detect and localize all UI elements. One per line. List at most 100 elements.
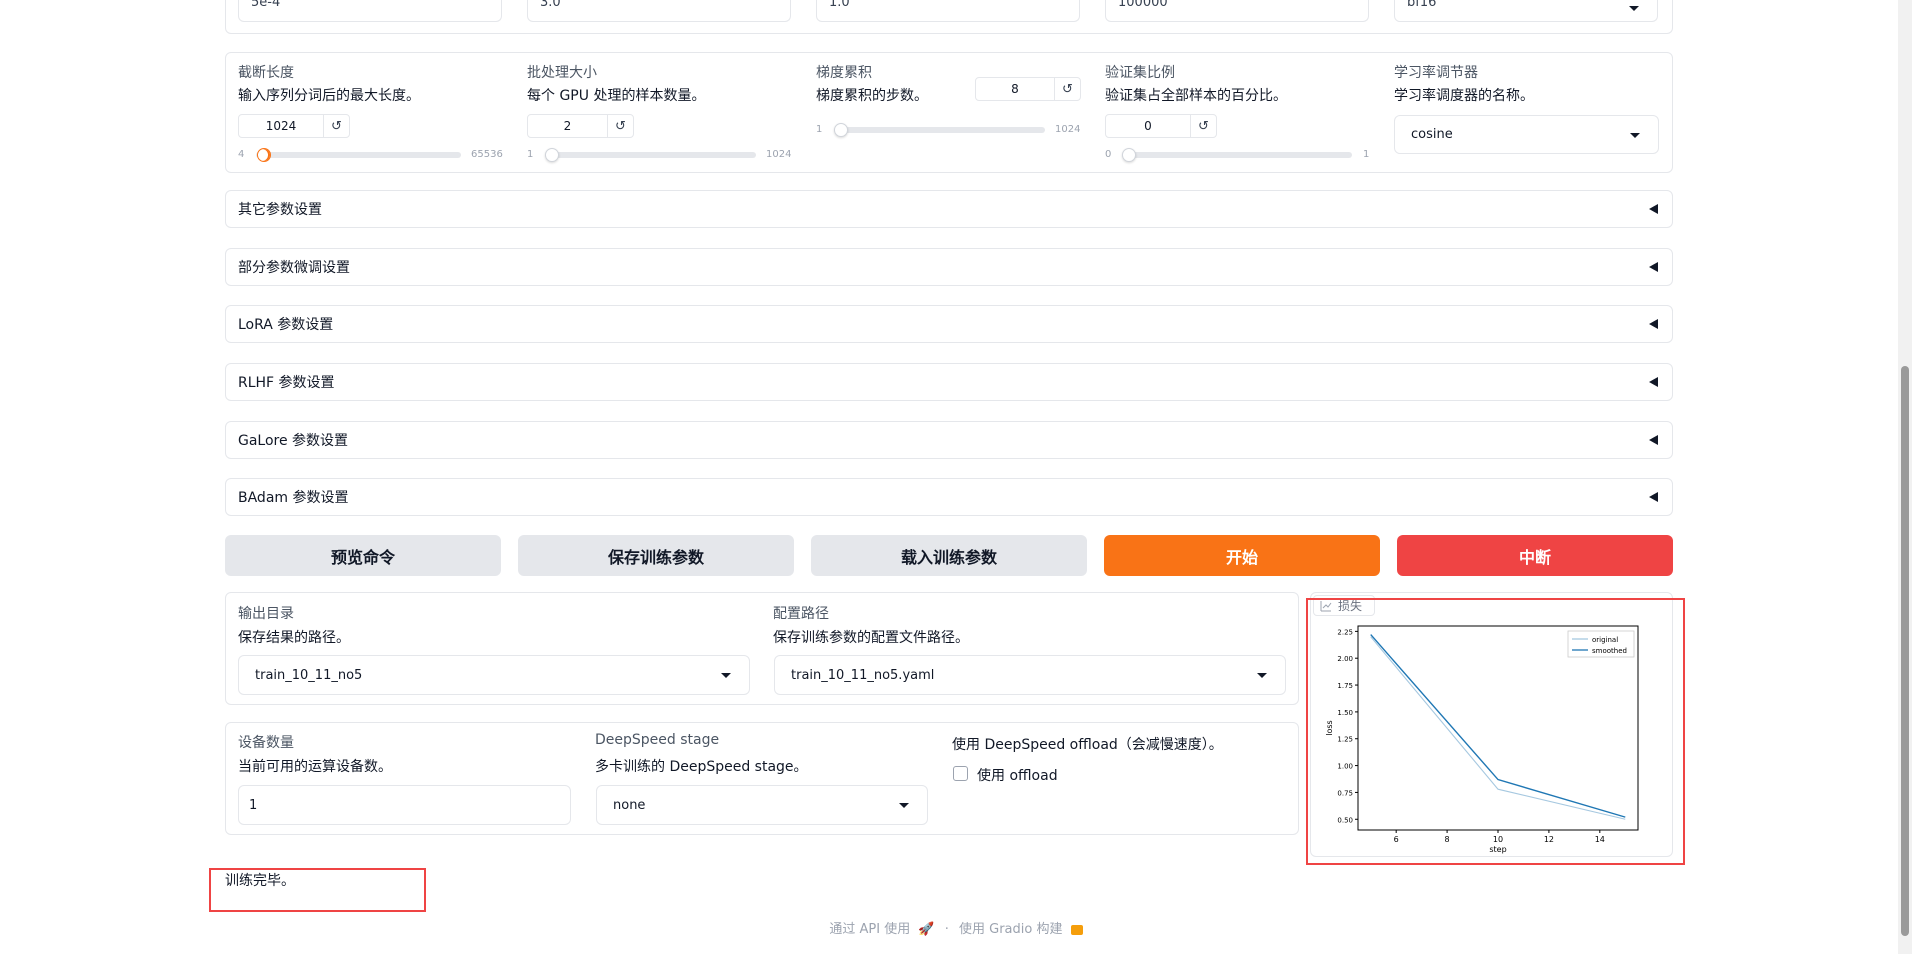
chevron-down-icon xyxy=(1630,132,1640,138)
val-size-reset-icon[interactable]: ↺ xyxy=(1190,115,1216,137)
chevron-down-icon xyxy=(721,673,731,678)
accordion-other-settings[interactable]: 其它参数设置 xyxy=(225,190,1673,228)
batch-size-slider-track[interactable] xyxy=(545,152,756,158)
device-count-label: 设备数量 xyxy=(238,735,294,751)
stop-button[interactable]: 中断 xyxy=(1397,535,1673,576)
batch-size-slider-handle[interactable] xyxy=(545,148,559,162)
offload-checkbox[interactable] xyxy=(953,766,968,781)
footer: 通过 API 使用 🚀 · 使用 Gradio 构建 xyxy=(0,918,1912,937)
output-dir-info: 保存结果的路径。 xyxy=(238,630,350,646)
grad-accum-input[interactable]: 8 xyxy=(976,78,1054,100)
scheduler-value: cosine xyxy=(1411,127,1453,142)
batch-size-info: 每个 GPU 处理的样本数量。 xyxy=(527,88,706,104)
offload-checkbox-label[interactable]: 使用 offload xyxy=(977,765,1058,785)
footer-api-link[interactable]: 通过 API 使用 xyxy=(829,922,910,937)
chevron-down-icon xyxy=(899,803,909,808)
scheduler-label: 学习率调节器 xyxy=(1394,65,1478,81)
accordion-badam-settings[interactable]: BAdam 参数设置 xyxy=(225,478,1673,516)
config-path-info: 保存训练参数的配置文件路径。 xyxy=(773,630,969,646)
accordion-galore-settings[interactable]: GaLore 参数设置 xyxy=(225,421,1673,459)
deepspeed-stage-select[interactable]: none xyxy=(596,785,928,825)
cutoff-label: 截断长度 xyxy=(238,65,294,81)
batch-size-input[interactable]: 2 xyxy=(528,115,607,137)
batch-size-reset-icon[interactable]: ↺ xyxy=(607,115,633,137)
cutoff-slider-track[interactable] xyxy=(256,152,461,158)
cutoff-reset-icon[interactable]: ↺ xyxy=(323,115,349,137)
val-size-info: 验证集占全部样本的百分比。 xyxy=(1105,88,1287,104)
deepspeed-stage-info: 多卡训练的 DeepSpeed stage。 xyxy=(595,759,808,775)
accordion-freeze-settings[interactable]: 部分参数微调设置 xyxy=(225,248,1673,286)
compute-type-value: bf16 xyxy=(1407,0,1437,10)
load-args-button[interactable]: 载入训练参数 xyxy=(811,535,1087,576)
grad-accum-slider-handle[interactable] xyxy=(834,123,848,137)
accordion-lora-settings[interactable]: LoRA 参数设置 xyxy=(225,305,1673,343)
val-size-slider-track[interactable] xyxy=(1123,152,1352,158)
chevron-down-icon xyxy=(1257,673,1267,678)
max-grad-norm-input[interactable]: 1.0 xyxy=(816,0,1080,22)
config-path-label: 配置路径 xyxy=(773,606,829,622)
grad-accum-reset-icon[interactable]: ↺ xyxy=(1054,78,1080,100)
collapse-triangle-icon xyxy=(1649,377,1658,387)
cutoff-max: 65536 xyxy=(471,149,503,160)
page-scrollbar-thumb[interactable] xyxy=(1901,366,1909,936)
compute-type-select[interactable]: bf16 xyxy=(1394,0,1658,22)
preview-command-button[interactable]: 预览命令 xyxy=(225,535,501,576)
deepspeed-stage-label: DeepSpeed stage xyxy=(595,732,720,748)
start-button[interactable]: 开始 xyxy=(1104,535,1380,576)
grad-accum-slider-track[interactable] xyxy=(834,127,1045,133)
gradio-logo-icon xyxy=(1070,924,1083,935)
accordion-label: GaLore 参数设置 xyxy=(238,433,349,449)
output-dir-value: train_10_11_no5 xyxy=(255,667,363,683)
rocket-icon: 🚀 xyxy=(918,922,935,937)
accordion-label: 其它参数设置 xyxy=(238,202,322,218)
val-size-min: 0 xyxy=(1105,149,1112,160)
accordion-label: RLHF 参数设置 xyxy=(238,375,335,391)
val-size-label: 验证集比例 xyxy=(1105,65,1175,81)
collapse-triangle-icon xyxy=(1649,262,1658,272)
grad-accum-min: 1 xyxy=(816,124,823,135)
device-count-input[interactable]: 1 xyxy=(238,785,571,825)
footer-gradio-link[interactable]: 使用 Gradio 构建 xyxy=(959,922,1062,937)
highlight-box-status xyxy=(209,868,426,912)
cutoff-number: 1024 ↺ xyxy=(238,114,350,138)
config-path-select[interactable]: train_10_11_no5.yaml xyxy=(774,655,1286,695)
collapse-triangle-icon xyxy=(1649,319,1658,329)
accordion-label: BAdam 参数设置 xyxy=(238,490,349,506)
cutoff-min: 4 xyxy=(238,149,245,160)
grad-accum-info: 梯度累积的步数。 xyxy=(816,88,928,104)
footer-separator: · xyxy=(944,922,949,937)
accordion-label: LoRA 参数设置 xyxy=(238,317,334,333)
batch-size-number: 2 ↺ xyxy=(527,114,634,138)
device-count-info: 当前可用的运算设备数。 xyxy=(238,759,392,775)
batch-size-label: 批处理大小 xyxy=(527,65,597,81)
cutoff-info: 输入序列分词后的最大长度。 xyxy=(238,88,420,104)
highlight-box-plot xyxy=(1306,598,1685,865)
collapse-triangle-icon xyxy=(1649,435,1658,445)
epochs-input[interactable]: 3.0 xyxy=(527,0,791,22)
grad-accum-number: 8 ↺ xyxy=(975,77,1081,101)
grad-accum-max: 1024 xyxy=(1055,124,1081,135)
learning-rate-input[interactable]: 5e-4 xyxy=(238,0,502,22)
max-samples-input[interactable]: 100000 xyxy=(1105,0,1369,22)
chevron-down-icon xyxy=(1629,5,1639,11)
output-dir-label: 输出目录 xyxy=(238,606,294,622)
batch-size-max: 1024 xyxy=(766,149,792,160)
accordion-label: 部分参数微调设置 xyxy=(238,260,350,276)
collapse-triangle-icon xyxy=(1649,204,1658,214)
cutoff-number-input[interactable]: 1024 xyxy=(239,115,323,137)
val-size-input[interactable]: 0 xyxy=(1106,115,1190,137)
scheduler-info: 学习率调度器的名称。 xyxy=(1394,88,1534,104)
cutoff-slider-handle[interactable] xyxy=(257,148,271,162)
grad-accum-label: 梯度累积 xyxy=(816,65,872,81)
accordion-rlhf-settings[interactable]: RLHF 参数设置 xyxy=(225,363,1673,401)
deepspeed-offload-label: 使用 DeepSpeed offload（会减慢速度）。 xyxy=(952,737,1223,753)
deepspeed-stage-value: none xyxy=(613,797,646,813)
save-args-button[interactable]: 保存训练参数 xyxy=(518,535,794,576)
val-size-slider-handle[interactable] xyxy=(1122,148,1136,162)
config-path-value: train_10_11_no5.yaml xyxy=(791,667,935,683)
output-dir-select[interactable]: train_10_11_no5 xyxy=(238,655,750,695)
batch-size-min: 1 xyxy=(527,149,534,160)
val-size-number: 0 ↺ xyxy=(1105,114,1217,138)
collapse-triangle-icon xyxy=(1649,492,1658,502)
scheduler-select[interactable]: cosine xyxy=(1394,115,1659,154)
